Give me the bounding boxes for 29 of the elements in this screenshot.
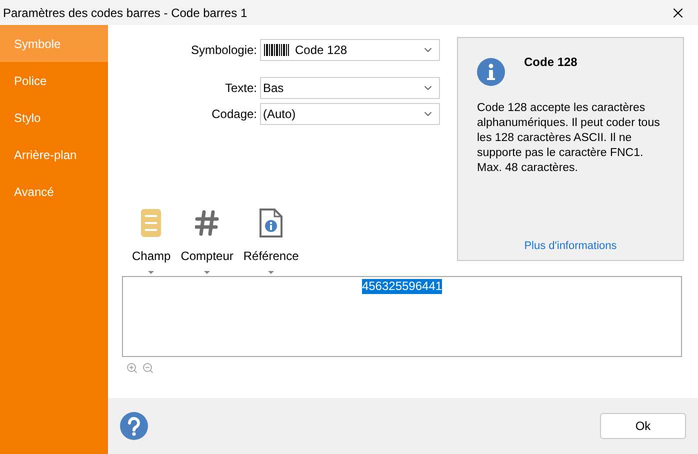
caret-icon: [204, 271, 210, 274]
field-label: Texte:: [224, 80, 258, 97]
dropdown-value: (Auto): [263, 106, 297, 123]
info-title: Code 128: [524, 54, 578, 71]
editor-text: 456325596441: [362, 279, 442, 294]
toolbar-button[interactable]: Compteur: [180, 207, 234, 274]
ok-button[interactable]: Ok: [600, 413, 686, 439]
dropdown-value: Bas: [263, 80, 285, 97]
dropdown[interactable]: (Auto): [260, 103, 440, 125]
window-title: Paramètres des codes barres - Code barres 1: [3, 4, 248, 22]
barcode-icon: [263, 44, 289, 56]
info-description: Code 128 accepte les caractères alphanumériques. Il peut coder tous les 128 caractères ASCII. Il ne supporte pas le caractère FNC1. Max. 48 caractères.: [477, 101, 661, 176]
zoom-in-icon[interactable]: [126, 362, 138, 374]
hash-icon: [195, 210, 220, 236]
text-editor[interactable]: 456325596441: [122, 276, 682, 357]
help-icon[interactable]: [120, 412, 148, 440]
toolbar-button[interactable]: Référence: [243, 207, 299, 274]
caret-icon: [268, 271, 274, 274]
dropdown-value: Code 128: [295, 42, 348, 59]
zoom-out-icon[interactable]: [142, 362, 154, 374]
document-info-icon: [259, 208, 284, 238]
dropdown[interactable]: Bas: [260, 77, 440, 99]
field-label: Codage:: [210, 106, 258, 123]
info-icon: [477, 58, 505, 86]
more-info-link[interactable]: Plus d'informations: [524, 238, 617, 254]
dropdown[interactable]: Code 128: [260, 39, 440, 61]
toolbar-button[interactable]: Champ: [132, 207, 171, 274]
caret-icon: [148, 271, 154, 274]
field-label: Symbologie:: [190, 42, 258, 59]
